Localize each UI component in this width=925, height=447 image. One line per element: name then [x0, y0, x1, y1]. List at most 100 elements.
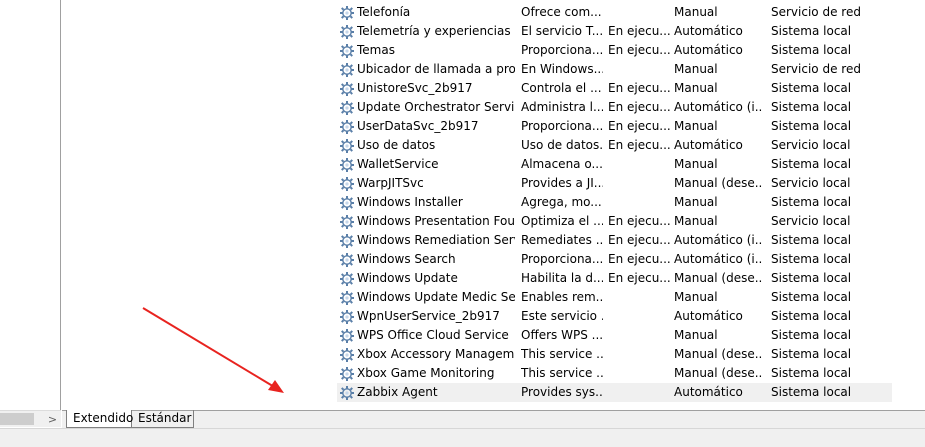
service-description: Habilita la d... — [521, 271, 603, 285]
gear-icon — [339, 81, 355, 97]
service-startup-type: Automático (i... — [674, 100, 762, 114]
service-logon-as: Sistema local — [771, 119, 852, 133]
service-name: Uso de datos — [357, 138, 436, 152]
service-logon-as: Sistema local — [771, 43, 852, 57]
service-logon-as: Servicio local — [771, 176, 851, 190]
service-description: Almacena o... — [521, 157, 603, 171]
service-logon-as: Sistema local — [771, 309, 852, 323]
service-startup-type: Manual (dese... — [674, 347, 762, 361]
service-startup-type: Automático — [674, 138, 743, 152]
service-logon-as: Sistema local — [771, 290, 852, 304]
gear-icon — [339, 176, 355, 192]
service-startup-type: Manual — [674, 214, 718, 228]
gear-icon — [339, 214, 355, 230]
service-state: En ejecu... — [608, 100, 671, 114]
gear-icon — [339, 43, 355, 59]
left-pane — [0, 0, 61, 410]
gear-icon — [339, 385, 355, 401]
gear-icon — [339, 309, 355, 325]
service-name: Windows Search — [357, 252, 456, 266]
service-row[interactable]: Windows Update Medic Ser... Enables rem..… — [337, 288, 892, 307]
service-startup-type: Manual — [674, 290, 718, 304]
service-description: Offers WPS ... — [521, 328, 603, 342]
service-name: Xbox Game Monitoring — [357, 366, 495, 380]
services-list[interactable]: Telefonía Ofrece com... Manual Servicio de … — [62, 0, 925, 410]
service-row[interactable]: Windows Remediation Servi... Remediates .… — [337, 231, 892, 250]
gear-icon — [339, 157, 355, 173]
service-startup-type: Manual — [674, 328, 718, 342]
service-description: This service ... — [521, 366, 603, 380]
view-tabs: Extendido Estándar — [62, 410, 925, 428]
service-startup-type: Manual — [674, 62, 718, 76]
service-description: Enables rem... — [521, 290, 603, 304]
tab-standard[interactable]: Estándar — [132, 410, 194, 428]
service-logon-as: Sistema local — [771, 195, 852, 209]
service-name: Telefonía — [357, 5, 411, 19]
service-row[interactable]: WPS Office Cloud Service Offers WPS ... Ma… — [337, 326, 892, 345]
service-description: Proporciona... — [521, 119, 603, 133]
scrollbar-thumb[interactable] — [0, 413, 34, 425]
service-description: Provides a JI... — [521, 176, 603, 190]
service-row[interactable]: Xbox Game Monitoring This service ... Manu… — [337, 364, 892, 383]
service-description: Ofrece com... — [521, 5, 602, 19]
service-name: Windows Update Medic Ser... — [357, 290, 515, 304]
horizontal-scrollbar[interactable]: > — [0, 410, 61, 427]
service-row[interactable]: Windows Search Proporciona... En ejecu... A… — [337, 250, 892, 269]
service-logon-as: Sistema local — [771, 157, 852, 171]
service-row[interactable]: Zabbix Agent Provides sys... Automático Sis… — [337, 383, 892, 402]
service-row[interactable]: Telefonía Ofrece com... Manual Servicio de … — [337, 3, 892, 22]
service-name: Windows Installer — [357, 195, 463, 209]
service-row[interactable]: Windows Installer Agrega, mo... Manual Sist… — [337, 193, 892, 212]
gear-icon — [339, 62, 355, 78]
service-name: Ubicador de llamada a proc... — [357, 62, 515, 76]
chevron-right-icon[interactable]: > — [44, 411, 61, 427]
gear-icon — [339, 366, 355, 382]
service-logon-as: Sistema local — [771, 233, 852, 247]
service-startup-type: Manual — [674, 157, 718, 171]
service-startup-type: Manual (dese... — [674, 271, 762, 285]
service-logon-as: Sistema local — [771, 271, 852, 285]
service-row[interactable]: Ubicador de llamada a proc... En Windows.… — [337, 60, 892, 79]
service-startup-type: Automático — [674, 24, 743, 38]
service-startup-type: Manual — [674, 195, 718, 209]
service-description: El servicio T... — [521, 24, 603, 38]
service-state: En ejecu... — [608, 271, 671, 285]
service-state: En ejecu... — [608, 43, 671, 57]
service-row[interactable]: WalletService Almacena o... Manual Sistema … — [337, 155, 892, 174]
service-row[interactable]: Telemetría y experiencias de... El servic… — [337, 22, 892, 41]
service-startup-type: Manual — [674, 119, 718, 133]
service-name: WarpJITSvc — [357, 176, 424, 190]
service-row[interactable]: Xbox Accessory Manageme... This service .… — [337, 345, 892, 364]
service-row[interactable]: Temas Proporciona... En ejecu... Automático… — [337, 41, 892, 60]
service-name: UserDataSvc_2b917 — [357, 119, 479, 133]
service-state: En ejecu... — [608, 119, 671, 133]
service-row[interactable]: Windows Update Habilita la d... En ejecu..… — [337, 269, 892, 288]
status-bar — [0, 428, 925, 447]
service-startup-type: Automático — [674, 309, 743, 323]
service-row[interactable]: UserDataSvc_2b917 Proporciona... En ejecu.… — [337, 117, 892, 136]
service-description: Proporciona... — [521, 252, 603, 266]
service-row[interactable]: WpnUserService_2b917 Este servicio ... Aut… — [337, 307, 892, 326]
service-logon-as: Servicio local — [771, 214, 851, 228]
service-row[interactable]: Windows Presentation Fou... Optimiza el .… — [337, 212, 892, 231]
service-logon-as: Sistema local — [771, 328, 852, 342]
service-logon-as: Servicio de red — [771, 5, 861, 19]
service-row[interactable]: UnistoreSvc_2b917 Controla el ... En ejecu… — [337, 79, 892, 98]
service-state: En ejecu... — [608, 24, 671, 38]
service-state: En ejecu... — [608, 233, 671, 247]
service-logon-as: Sistema local — [771, 100, 852, 114]
service-description: En Windows... — [521, 62, 603, 76]
tab-extended[interactable]: Extendido — [66, 410, 133, 428]
service-description: Administra l... — [521, 100, 603, 114]
service-name: Temas — [357, 43, 395, 57]
service-row[interactable]: WarpJITSvc Provides a JI... Manual (dese..… — [337, 174, 892, 193]
service-logon-as: Sistema local — [771, 252, 852, 266]
service-startup-type: Automático (i... — [674, 252, 762, 266]
gear-icon — [339, 290, 355, 306]
service-state: En ejecu... — [608, 81, 671, 95]
service-name: WpnUserService_2b917 — [357, 309, 500, 323]
service-row[interactable]: Update Orchestrator Service Administra l.… — [337, 98, 892, 117]
service-row[interactable]: Uso de datos Uso de datos... En ejecu... Au… — [337, 136, 892, 155]
service-name: UnistoreSvc_2b917 — [357, 81, 473, 95]
gear-icon — [339, 5, 355, 21]
